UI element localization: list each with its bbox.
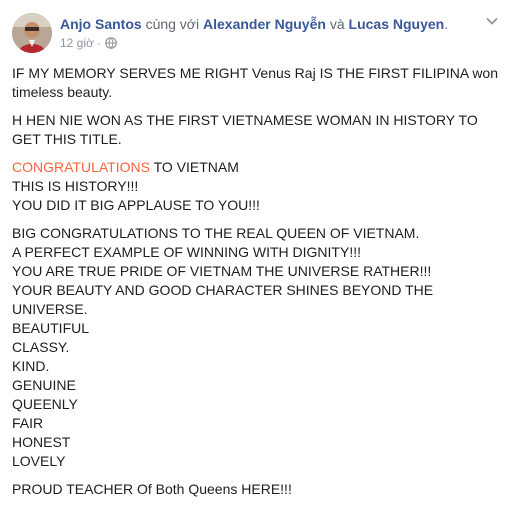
post-options-button[interactable] bbox=[482, 15, 502, 27]
post-text-line: FAIR bbox=[12, 415, 44, 431]
with-text: cùng với bbox=[145, 16, 200, 32]
post-text-fragment: TO VIETNAM bbox=[153, 159, 239, 175]
post-meta: Anjo Santos cùng với Alexander Nguyễn và… bbox=[60, 15, 448, 51]
paragraph-3: CONGRATULATIONS TO VIETNAM THIS IS HISTO… bbox=[12, 158, 505, 215]
post-text-line: CONGRATULATIONS TO VIETNAM bbox=[12, 158, 505, 177]
highlighted-word[interactable]: CONGRATULATIONS bbox=[12, 159, 150, 175]
facebook-post: Anjo Santos cùng với Alexander Nguyễn và… bbox=[0, 0, 515, 497]
post-text-line: YOUR BEAUTY AND GOOD CHARACTER SHINES BE… bbox=[12, 282, 434, 317]
post-text-line: QUEENLY bbox=[12, 396, 78, 412]
paragraph-2: H HEN NIE WON AS THE FIRST VIETNAMESE WO… bbox=[12, 111, 505, 149]
post-text-line: THIS IS HISTORY!!! bbox=[12, 178, 139, 194]
paragraph-5: PROUD TEACHER Of Both Queens HERE!!! bbox=[12, 480, 505, 499]
post-time[interactable]: 12 giờ bbox=[60, 35, 94, 51]
author-name[interactable]: Anjo Santos bbox=[60, 16, 142, 32]
post-text-line: LOVELY bbox=[12, 453, 66, 469]
post-text-line: BIG CONGRATULATIONS TO THE REAL QUEEN OF… bbox=[12, 225, 420, 241]
paragraph-4: BIG CONGRATULATIONS TO THE REAL QUEEN OF… bbox=[12, 224, 505, 471]
post-header: Anjo Santos cùng với Alexander Nguyễn và… bbox=[12, 13, 515, 53]
chevron-down-icon bbox=[486, 17, 498, 25]
paragraph-1: IF MY MEMORY SERVES ME RIGHT Venus Raj I… bbox=[12, 64, 505, 102]
post-text-line: PROUD TEACHER Of Both Queens HERE!!! bbox=[12, 481, 292, 497]
tagged-person-2[interactable]: Lucas Nguyen bbox=[349, 16, 445, 32]
avatar-photo-icon bbox=[12, 13, 52, 53]
post-text-line: BEAUTIFUL bbox=[12, 320, 90, 336]
tagged-person-1[interactable]: Alexander Nguyễn bbox=[203, 16, 326, 32]
post-text-line: GENUINE bbox=[12, 377, 76, 393]
post-text-line: KIND. bbox=[12, 358, 50, 374]
avatar[interactable] bbox=[12, 13, 52, 53]
post-text-line: IF MY MEMORY SERVES ME RIGHT Venus Raj I… bbox=[12, 65, 499, 100]
post-authors: Anjo Santos cùng với Alexander Nguyễn và… bbox=[60, 15, 448, 33]
post-subline: 12 giờ · bbox=[60, 35, 448, 51]
post-text-line: A PERFECT EXAMPLE OF WINNING WITH DIGNIT… bbox=[12, 244, 361, 260]
post-text-line: H HEN NIE WON AS THE FIRST VIETNAMESE WO… bbox=[12, 112, 478, 147]
post-text-line: YOU DID IT BIG APPLAUSE TO YOU!!! bbox=[12, 197, 260, 213]
post-text-line: YOU ARE TRUE PRIDE OF VIETNAM THE UNIVER… bbox=[12, 263, 432, 279]
post-text-line: CLASSY. bbox=[12, 339, 70, 355]
and-text: và bbox=[329, 16, 345, 32]
post-text-line: HONEST bbox=[12, 434, 71, 450]
meta-separator: · bbox=[96, 36, 101, 50]
globe-icon[interactable] bbox=[105, 37, 117, 49]
post-body: IF MY MEMORY SERVES ME RIGHT Venus Raj I… bbox=[12, 64, 505, 508]
period-text: . bbox=[444, 16, 449, 32]
